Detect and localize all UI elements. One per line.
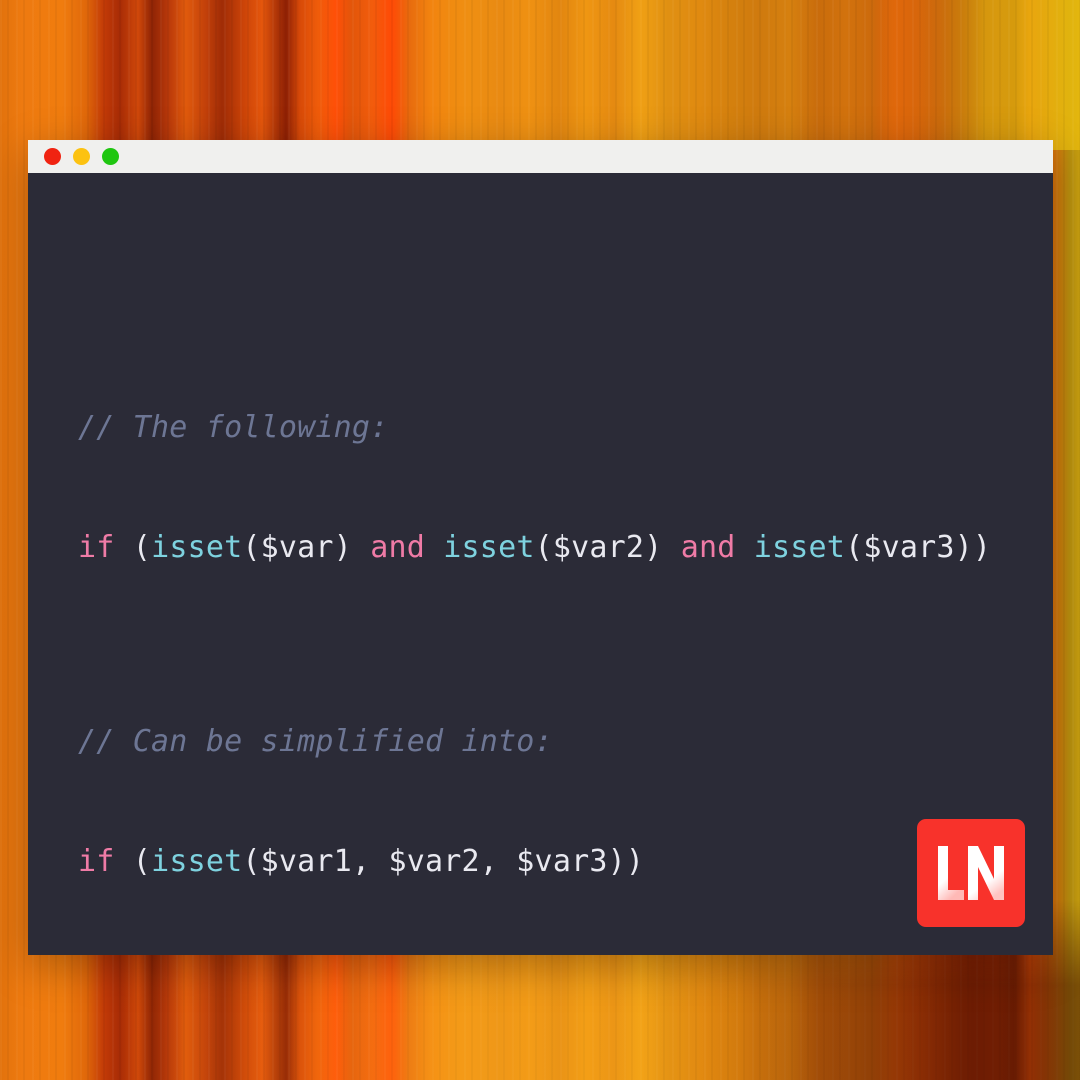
token-keyword: if xyxy=(78,530,115,565)
token-comment: // Can be simplified into: xyxy=(78,724,553,759)
token-keyword: and xyxy=(680,530,736,565)
code-editor[interactable]: // The following: if (isset($var) and iss… xyxy=(28,173,1053,955)
token-keyword: and xyxy=(370,530,426,565)
close-button-icon[interactable] xyxy=(44,148,61,165)
code-line-blank-1 xyxy=(78,451,991,525)
code-line-blank-2 xyxy=(78,571,991,645)
token-function: isset xyxy=(443,530,535,565)
code-line-code-1: if (isset($var) and isset($var2) and iss… xyxy=(78,525,991,571)
token-keyword: if xyxy=(78,844,115,879)
minimize-button-icon[interactable] xyxy=(73,148,90,165)
token-function: isset xyxy=(753,530,846,565)
code-line-blank-3 xyxy=(78,645,991,719)
code-line-comment-1: // The following: xyxy=(78,405,991,451)
ln-logo-mark xyxy=(938,846,1004,900)
background-top-tint xyxy=(0,0,1080,150)
code-line-comment-2: // Can be simplified into: xyxy=(78,719,991,765)
token-plain: ( xyxy=(114,844,152,879)
code-line-code-2: if (isset($var1, $var2, $var3)) xyxy=(78,839,991,885)
token-plain: ($var2) xyxy=(534,530,681,565)
window-titlebar xyxy=(28,140,1053,173)
token-plain: ($var1, $var2, $var3)) xyxy=(242,844,645,879)
token-function: isset xyxy=(151,530,243,565)
token-plain: ($var) xyxy=(242,530,371,565)
code-window: // The following: if (isset($var) and iss… xyxy=(28,140,1053,955)
code-line-blank-4 xyxy=(78,765,991,839)
code-block[interactable]: // The following: if (isset($var) and iss… xyxy=(78,405,991,885)
token-plain: ($var3)) xyxy=(845,530,992,565)
ln-logo xyxy=(917,819,1025,927)
token-function: isset xyxy=(151,844,243,879)
maximize-button-icon[interactable] xyxy=(102,148,119,165)
token-plain: ( xyxy=(114,530,152,565)
token-comment: // The following: xyxy=(78,410,389,445)
